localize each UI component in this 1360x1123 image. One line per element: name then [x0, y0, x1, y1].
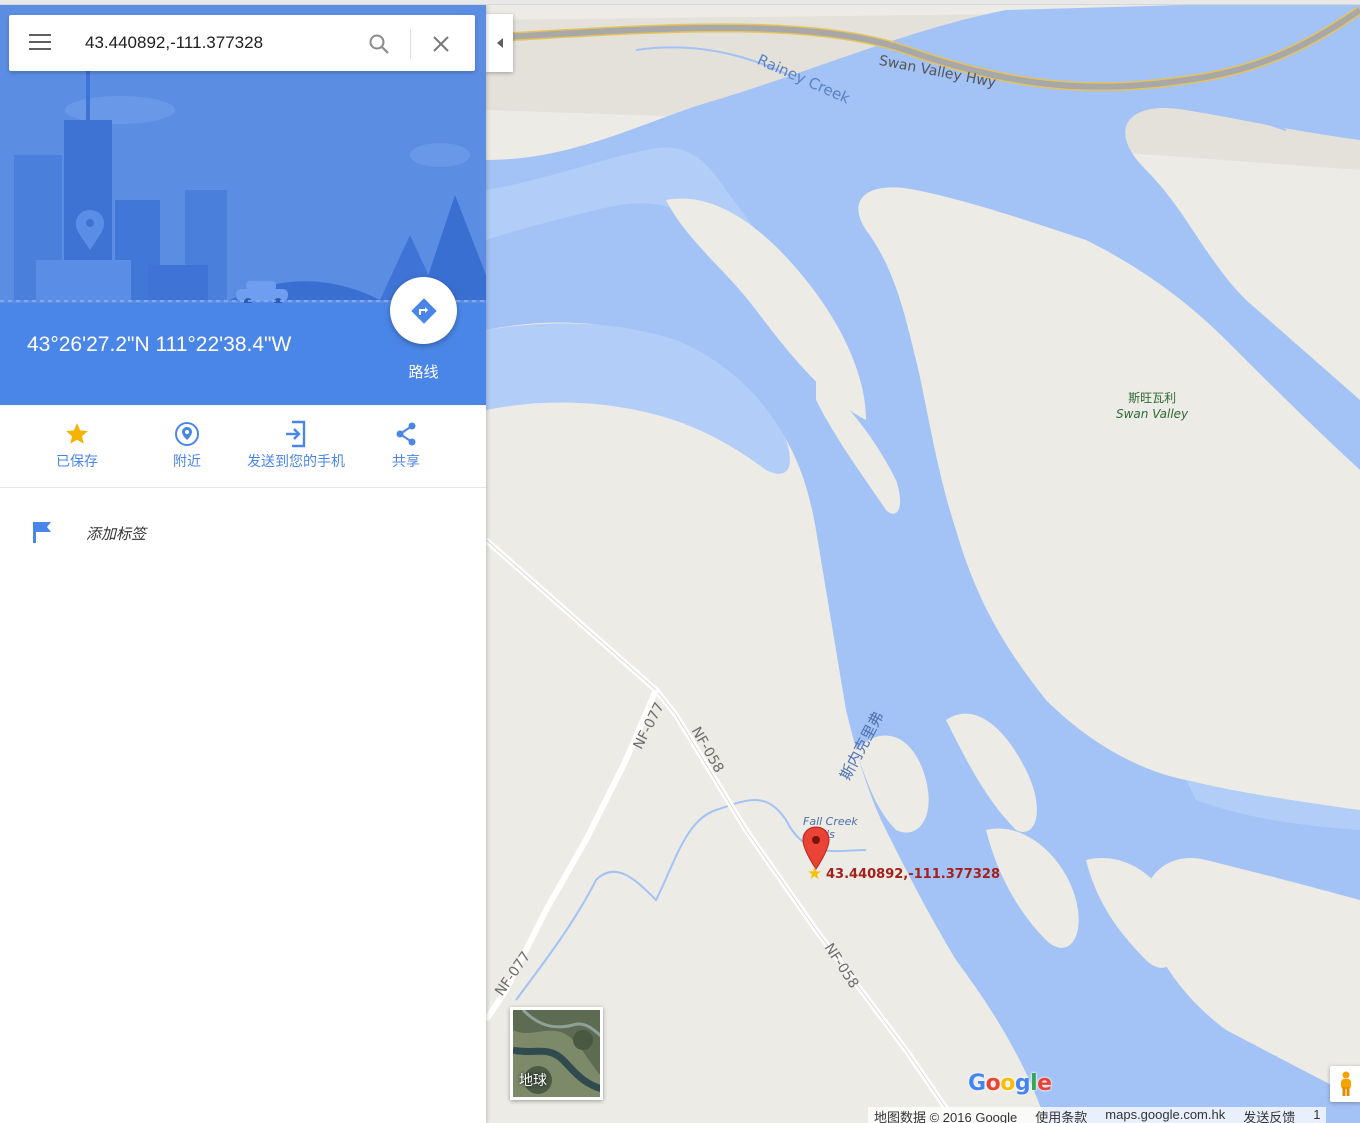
map-terrain: [486, 0, 1360, 1123]
street-view-pegman-icon[interactable]: [1330, 1066, 1360, 1102]
add-label-row[interactable]: 添加标签: [0, 515, 486, 555]
domain-link[interactable]: maps.google.com.hk: [1105, 1107, 1225, 1123]
side-panel: 43°26'27.2"N 111°22'38.4"W 路线 43.440892,…: [0, 5, 486, 1123]
directions-label: 路线: [408, 364, 439, 381]
coordinate-title: 43°26'27.2"N 111°22'38.4"W: [27, 333, 292, 356]
save-button[interactable]: 已保存: [17, 419, 137, 471]
search-icon[interactable]: [367, 32, 391, 56]
share-label: 共享: [392, 453, 420, 469]
add-label-text: 添加标签: [86, 526, 147, 543]
close-icon[interactable]: [432, 35, 450, 53]
nearby-button[interactable]: 附近: [127, 419, 247, 471]
place-label-cn: 斯旺瓦利: [1128, 391, 1177, 405]
share-icon: [396, 422, 416, 446]
send-to-phone-label: 发送到您的手机: [247, 453, 345, 469]
send-feedback-link[interactable]: 发送反馈: [1243, 1107, 1295, 1123]
search-input[interactable]: [85, 29, 355, 57]
share-button[interactable]: 共享: [346, 419, 466, 471]
map-footer: 地图数据 © 2016 Google 使用条款 maps.google.com.…: [868, 1107, 1327, 1123]
saved-star-marker-icon: ★: [807, 864, 823, 883]
pegman-figure-icon: [1341, 1071, 1351, 1096]
nearby-pin-icon: [175, 422, 199, 446]
directions-button[interactable]: [390, 277, 457, 344]
save-label: 已保存: [56, 453, 98, 469]
earth-view-toggle[interactable]: 地球: [510, 1007, 603, 1100]
scale-indicator: 1: [1313, 1107, 1321, 1122]
star-icon: [66, 423, 88, 444]
action-row: 已保存 附近 发送到您的手机 共享: [0, 405, 486, 488]
pin-coordinate-label[interactable]: 43.440892,-111.377328: [826, 867, 1000, 882]
earth-toggle-label: 地球: [519, 1072, 547, 1088]
nearby-label: 附近: [173, 453, 201, 469]
map-data-attribution: 地图数据 © 2016 Google: [874, 1110, 1018, 1123]
send-to-phone-button[interactable]: 发送到您的手机: [236, 419, 356, 471]
caret-left-icon: [496, 38, 503, 48]
google-logo: Google: [968, 1071, 1052, 1096]
send-to-phone-icon: [286, 420, 306, 448]
search-bar: [9, 15, 475, 71]
directions-icon: [410, 297, 437, 324]
search-divider: [410, 29, 411, 59]
place-label: 斯旺瓦利 Swan Valley: [1116, 390, 1188, 422]
flag-icon: [33, 522, 51, 543]
terms-link[interactable]: 使用条款: [1035, 1107, 1087, 1123]
hamburger-menu-icon[interactable]: [29, 34, 51, 52]
map-canvas[interactable]: Swan Valley Hwy Rainey Creek 斯旺瓦利 Swan V…: [486, 0, 1360, 1123]
window-top-strip: [0, 0, 1360, 5]
collapse-panel-button[interactable]: [486, 14, 513, 72]
place-label-en: Swan Valley: [1116, 407, 1189, 421]
